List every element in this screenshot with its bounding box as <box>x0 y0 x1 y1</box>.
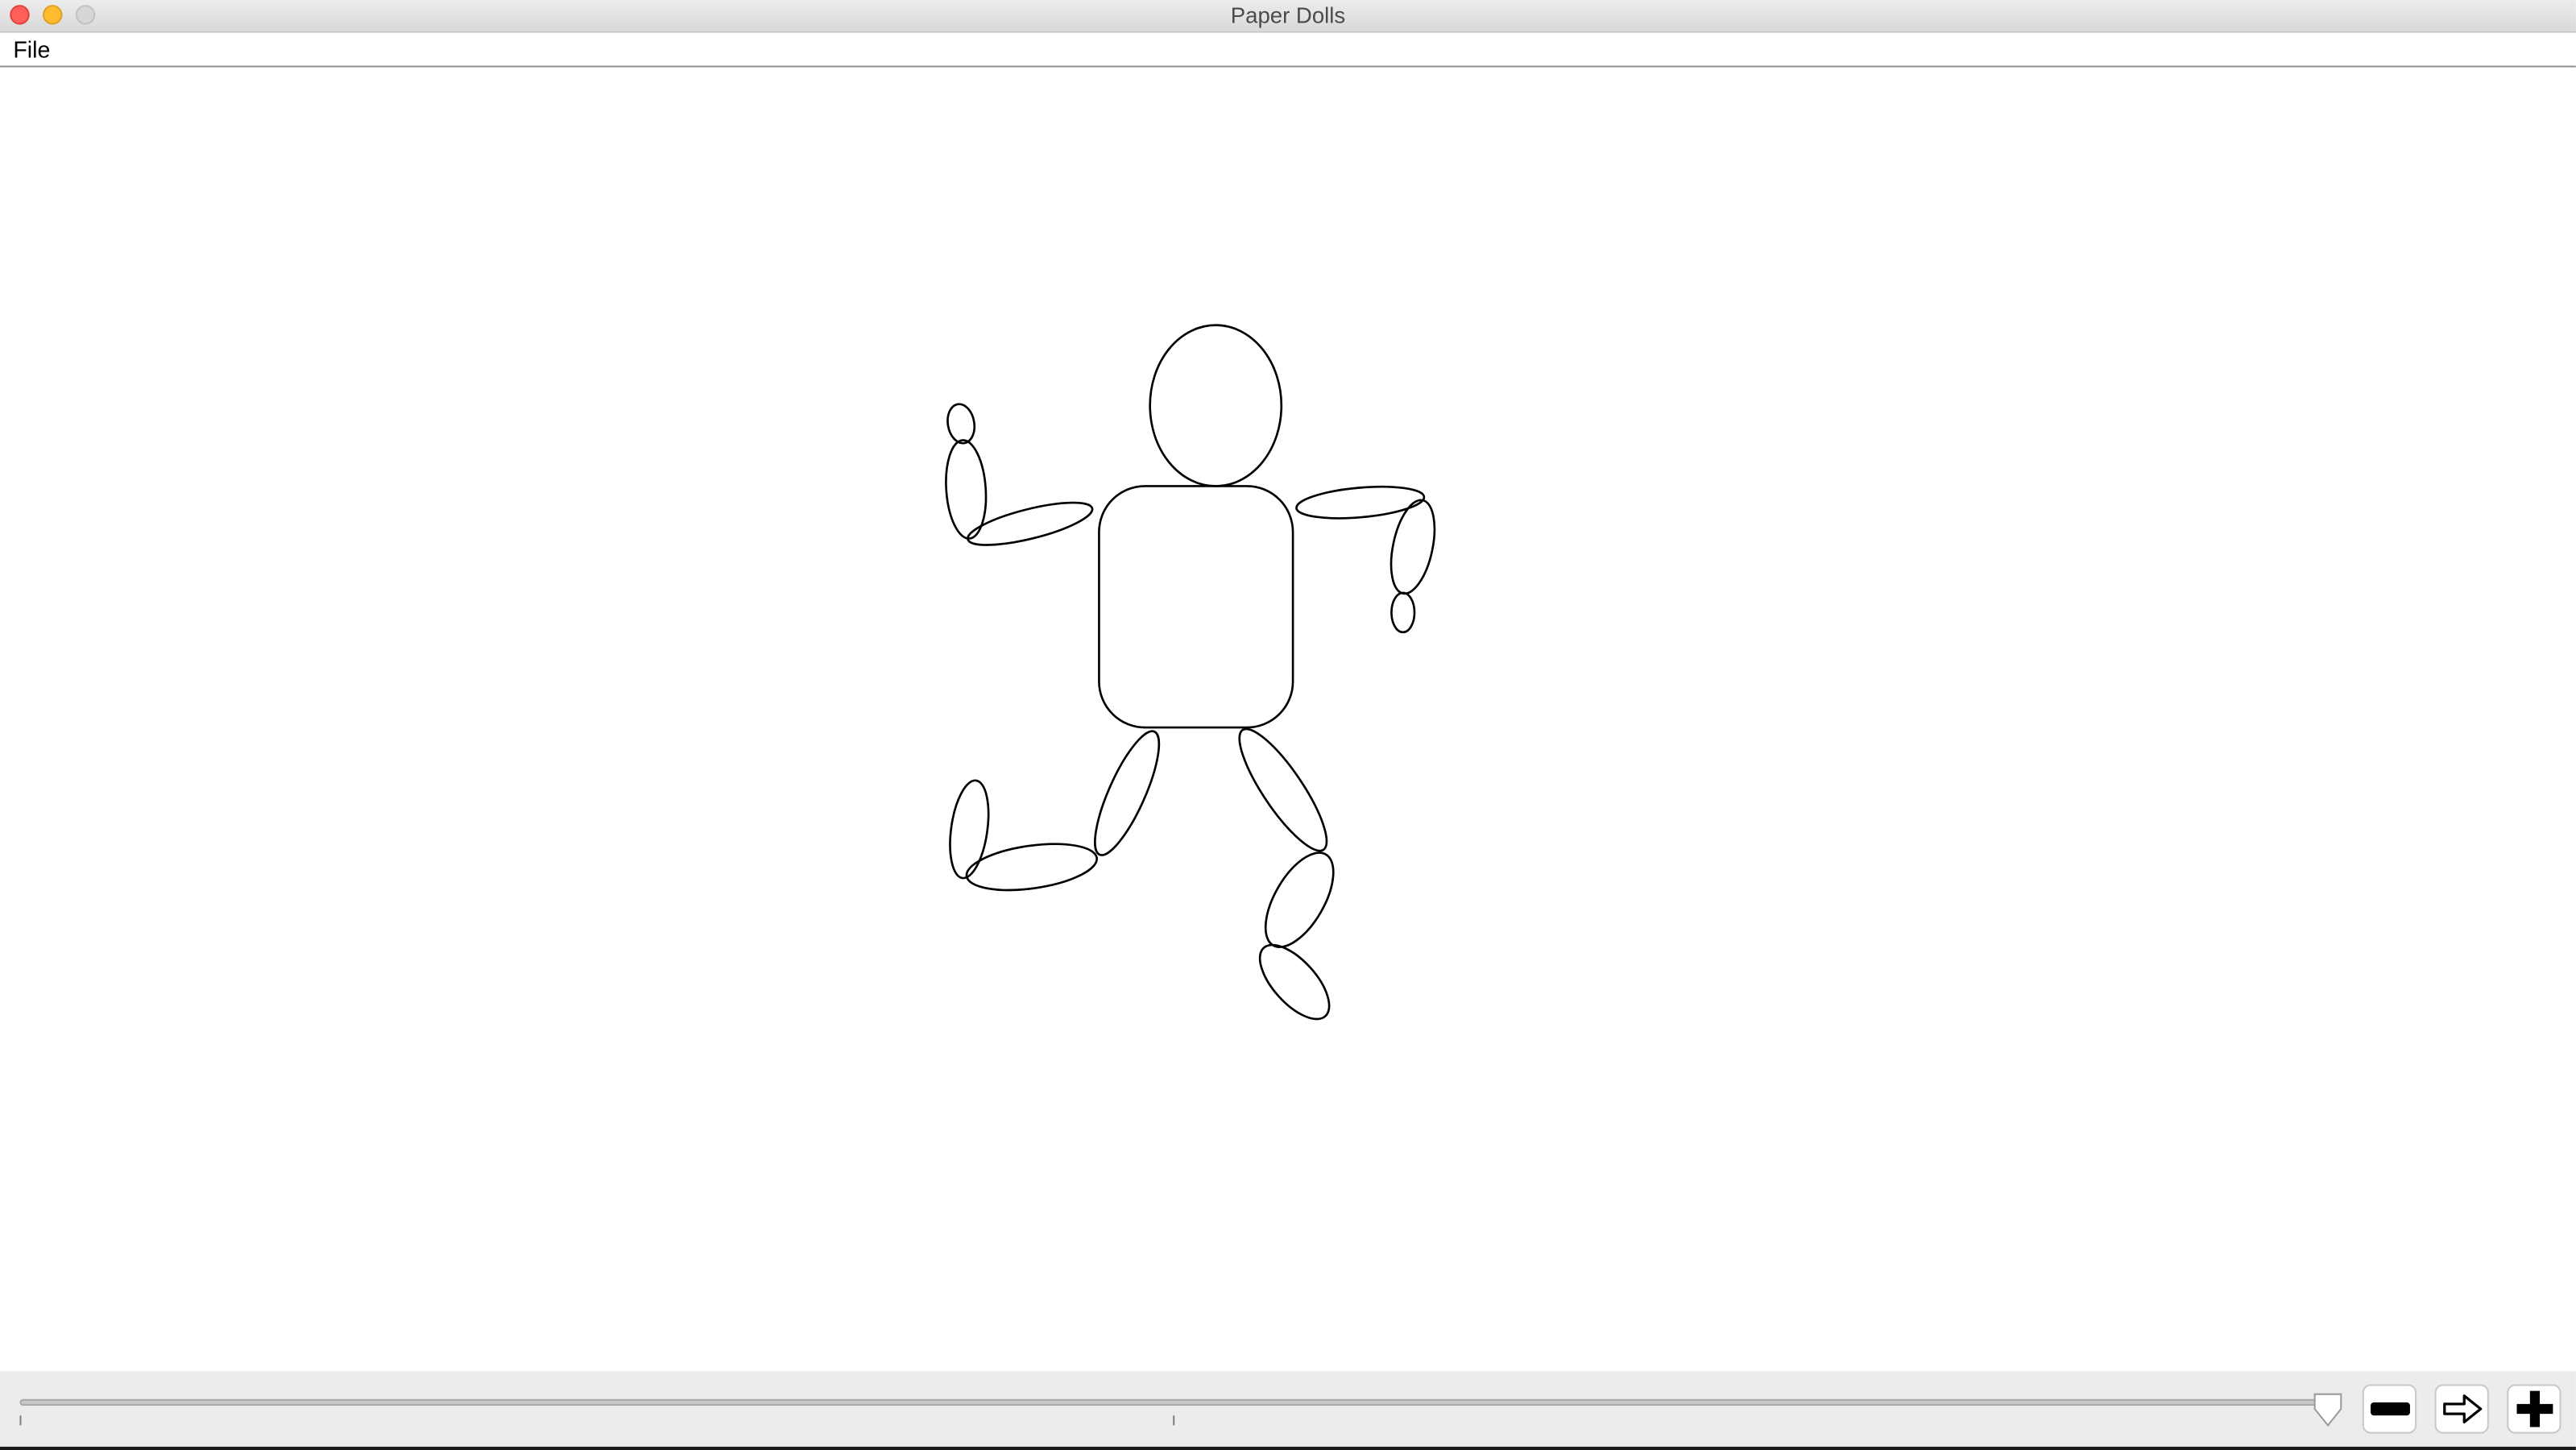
drawing-canvas[interactable] <box>0 67 2576 1372</box>
add-frame-button[interactable] <box>2507 1384 2562 1434</box>
doll-right-foot[interactable] <box>1248 934 1341 1030</box>
title-bar: Paper Dolls <box>0 0 2576 33</box>
plus-icon <box>2516 1390 2553 1427</box>
timeline-slider-track[interactable] <box>19 1398 2337 1406</box>
timeline-slider-thumb[interactable] <box>2312 1393 2345 1429</box>
doll-right-hand[interactable] <box>1390 591 1416 634</box>
menu-bar: File <box>0 32 2576 68</box>
doll-right-forearm[interactable] <box>1384 496 1442 598</box>
slider-tick <box>1173 1415 1175 1426</box>
doll-left-foot[interactable] <box>945 778 994 880</box>
arrow-right-icon <box>2442 1394 2482 1423</box>
doll-left-thigh[interactable] <box>1083 724 1171 862</box>
doll-right-thigh[interactable] <box>1226 719 1340 860</box>
menu-file[interactable]: File <box>13 35 50 64</box>
paper-doll-figure <box>943 324 1442 1030</box>
minus-icon <box>2369 1402 2409 1416</box>
doll-left-hand[interactable] <box>945 402 978 445</box>
remove-frame-button[interactable] <box>2362 1384 2417 1434</box>
doll-torso[interactable] <box>1098 485 1294 729</box>
doll-left-upper-arm[interactable] <box>964 494 1095 553</box>
timeline-bar <box>0 1371 2576 1447</box>
slider-tick <box>19 1415 22 1426</box>
window-title: Paper Dolls <box>1230 3 1346 28</box>
doll-right-upper-arm[interactable] <box>1295 483 1426 523</box>
next-frame-button[interactable] <box>2434 1384 2489 1434</box>
doll-head[interactable] <box>1149 324 1283 487</box>
window-bottom-edge <box>0 1446 2576 1450</box>
doll-right-shin[interactable] <box>1252 842 1347 958</box>
app-window: Paper Dolls File <box>0 0 2576 1450</box>
doll-left-forearm[interactable] <box>943 439 989 540</box>
